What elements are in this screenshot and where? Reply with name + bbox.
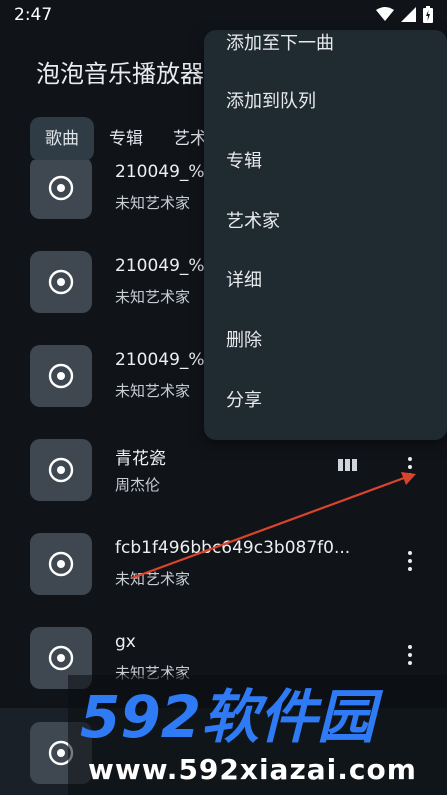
wifi-icon [376, 7, 394, 21]
song-art [30, 160, 92, 219]
svg-text:592软件园: 592软件园 [80, 687, 384, 747]
tab-albums[interactable]: 专辑 [94, 117, 158, 161]
more-vertical-icon[interactable] [400, 546, 420, 576]
status-bar: 2:47 [0, 0, 447, 30]
signal-icon [401, 7, 416, 22]
equalizer-icon [338, 459, 357, 471]
disc-icon [48, 363, 74, 389]
song-art [30, 345, 92, 407]
song-art [30, 533, 92, 595]
disc-icon [48, 551, 74, 577]
disc-icon [48, 457, 74, 483]
menu-item-add-to-queue[interactable]: 添加到队列 [226, 72, 436, 132]
tab-songs[interactable]: 歌曲 [30, 117, 94, 161]
disc-icon [48, 175, 74, 201]
menu-item-share[interactable]: 分享 [226, 371, 436, 431]
disc-icon [48, 269, 74, 295]
song-title: 青花瓷 [115, 449, 166, 469]
status-time: 2:47 [14, 5, 53, 25]
menu-item-album[interactable]: 专辑 [226, 132, 436, 192]
watermark-logo: 592软件园 [80, 687, 384, 747]
song-title: gx [115, 632, 136, 652]
song-artist: 未知艺术家 [115, 288, 191, 306]
disc-icon [48, 645, 74, 671]
status-icons [376, 6, 433, 23]
battery-icon [423, 6, 433, 23]
context-menu: 添加至下一曲 添加到队列 专辑 艺术家 详细 删除 分享 [204, 30, 447, 440]
menu-item-play-next[interactable]: 添加至下一曲 [226, 30, 436, 74]
watermark-url: www.592xiazai.com [88, 753, 417, 786]
song-art [30, 251, 92, 313]
song-artist: 周杰伦 [115, 476, 161, 494]
menu-item-delete[interactable]: 删除 [226, 311, 436, 371]
menu-item-details[interactable]: 详细 [226, 251, 436, 311]
list-item[interactable]: fcb1f496bbc649c3b087f0... 未知艺术家 [0, 516, 447, 608]
song-artist: 未知艺术家 [115, 194, 191, 212]
song-title: fcb1f496bbc649c3b087f0... [115, 538, 351, 558]
song-artist: 未知艺术家 [115, 570, 191, 588]
more-vertical-icon[interactable] [400, 640, 420, 670]
song-art [30, 439, 92, 501]
more-vertical-icon[interactable] [400, 452, 420, 482]
menu-item-artist[interactable]: 艺术家 [226, 192, 436, 252]
app-title: 泡泡音乐播放器 [36, 60, 204, 88]
song-artist: 未知艺术家 [115, 382, 191, 400]
watermark: 592软件园 www.592xiazai.com [68, 675, 447, 795]
